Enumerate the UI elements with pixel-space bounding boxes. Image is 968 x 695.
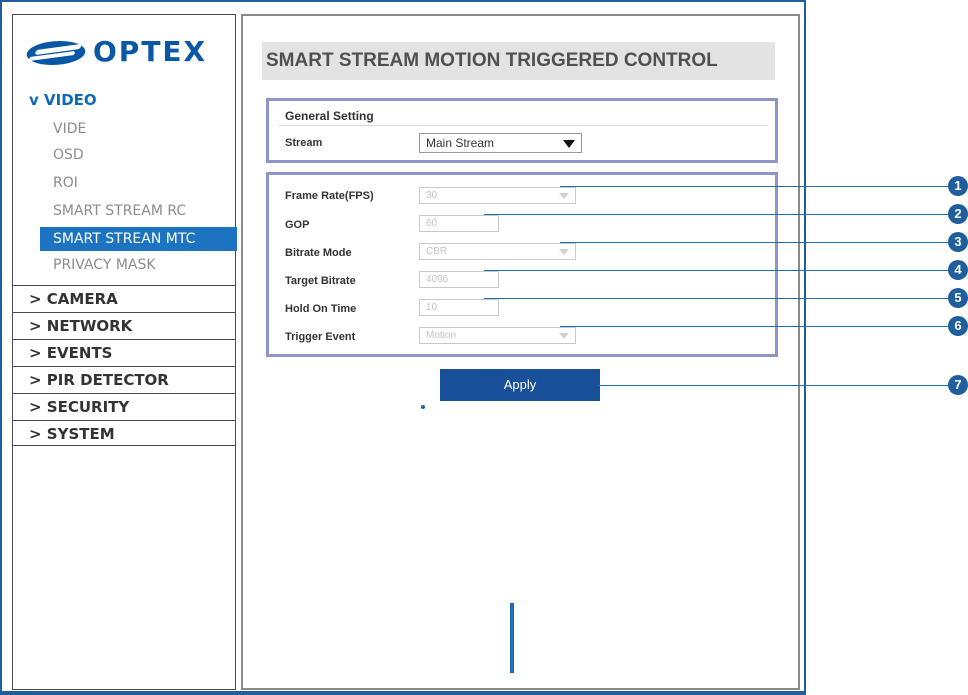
callout-line-4 — [484, 270, 950, 271]
callout-6: 6 — [948, 316, 968, 336]
hold-on-time-label: Hold On Time — [285, 303, 357, 315]
gop-input[interactable]: 60 — [419, 215, 499, 232]
bitrate-mode-value: CBR — [426, 246, 448, 257]
frame-rate-value: 30 — [426, 190, 438, 201]
target-bitrate-value: 4096 — [426, 274, 449, 285]
page-title: SMART STREAM MOTION TRIGGERED CONTROL — [266, 50, 718, 71]
sidebar-item-osd[interactable]: OSD — [53, 147, 84, 163]
sidebar-section-camera[interactable]: > CAMERA — [13, 285, 235, 311]
trigger-event-label: Trigger Event — [285, 331, 356, 343]
callout-line-7 — [597, 385, 950, 386]
sidebar-item-smart-stream-mtc[interactable]: SMART STREAN MTC — [40, 227, 237, 251]
sidebar-section-events[interactable]: > EVENTS — [13, 339, 235, 365]
stream-settings-box: Frame Rate(FPS) 30 GOP 60 Bitrate Mode C… — [266, 172, 778, 357]
optex-logo-icon — [23, 41, 89, 65]
page-title-bar: SMART STREAM MOTION TRIGGERED CONTROL — [262, 42, 775, 80]
callout-7: 7 — [948, 375, 968, 395]
sidebar-item-smart-stream-rc[interactable]: SMART STREAM RC — [53, 203, 186, 219]
sidebar: OPTEX v VIDEO VIDE OSD ROI SMART STREAM … — [12, 14, 237, 690]
callout-3: 3 — [948, 232, 968, 252]
sidebar-section-system[interactable]: > SYSTEM — [13, 420, 235, 446]
hold-on-time-input[interactable]: 10 — [419, 299, 499, 316]
sidebar-item-privacy-mask[interactable]: PRIVACY MASK — [53, 257, 156, 273]
marker-bar — [510, 603, 514, 673]
logo-text: OPTEX — [93, 35, 208, 68]
sidebar-item-vide[interactable]: VIDE — [53, 121, 86, 137]
callout-4: 4 — [948, 260, 968, 280]
stream-label: Stream — [285, 137, 323, 149]
bitrate-mode-label: Bitrate Mode — [285, 247, 352, 259]
callout-1: 1 — [948, 176, 968, 196]
callout-line-2 — [484, 214, 950, 215]
dropdown-arrow-icon — [559, 193, 569, 199]
gop-value: 60 — [426, 218, 438, 229]
target-bitrate-input[interactable]: 4096 — [419, 271, 499, 288]
sidebar-section-security[interactable]: > SECURITY — [13, 393, 235, 419]
trigger-event-select[interactable]: Motion — [419, 327, 576, 344]
frame-bottom-line — [0, 691, 806, 695]
apply-button[interactable]: Apply — [440, 369, 600, 401]
frame-rate-select[interactable]: 30 — [419, 187, 576, 204]
stream-select[interactable]: Main Stream — [419, 133, 582, 153]
sidebar-section-pir-detector[interactable]: > PIR DETECTOR — [13, 366, 235, 392]
hold-on-time-value: 10 — [426, 302, 438, 313]
dropdown-arrow-icon — [559, 333, 569, 339]
sidebar-section-network[interactable]: > NETWORK — [13, 312, 235, 338]
dropdown-arrow-icon — [563, 140, 575, 148]
dropdown-arrow-icon — [559, 249, 569, 255]
sidebar-header-video[interactable]: v VIDEO — [29, 91, 97, 109]
divider — [279, 125, 767, 126]
content-panel: SMART STREAM MOTION TRIGGERED CONTROL Ge… — [241, 14, 800, 690]
optex-logo: OPTEX — [23, 35, 227, 68]
gop-label: GOP — [285, 219, 310, 231]
callout-5: 5 — [948, 288, 968, 308]
callout-line-5 — [484, 298, 950, 299]
general-setting-title: General Setting — [285, 109, 374, 123]
stream-select-value: Main Stream — [426, 136, 495, 150]
frame-rate-label: Frame Rate(FPS) — [285, 190, 374, 202]
trigger-event-value: Motion — [426, 330, 457, 341]
marker-dot — [421, 405, 425, 409]
callout-line-3 — [560, 242, 950, 243]
callout-line-1 — [560, 186, 950, 187]
target-bitrate-label: Target Bitrate — [285, 275, 356, 287]
sidebar-item-roi[interactable]: ROI — [53, 175, 78, 191]
general-setting-box: General Setting Stream Main Stream — [266, 98, 778, 163]
callout-line-6 — [560, 326, 950, 327]
bitrate-mode-select[interactable]: CBR — [419, 243, 576, 260]
callout-2: 2 — [948, 204, 968, 224]
